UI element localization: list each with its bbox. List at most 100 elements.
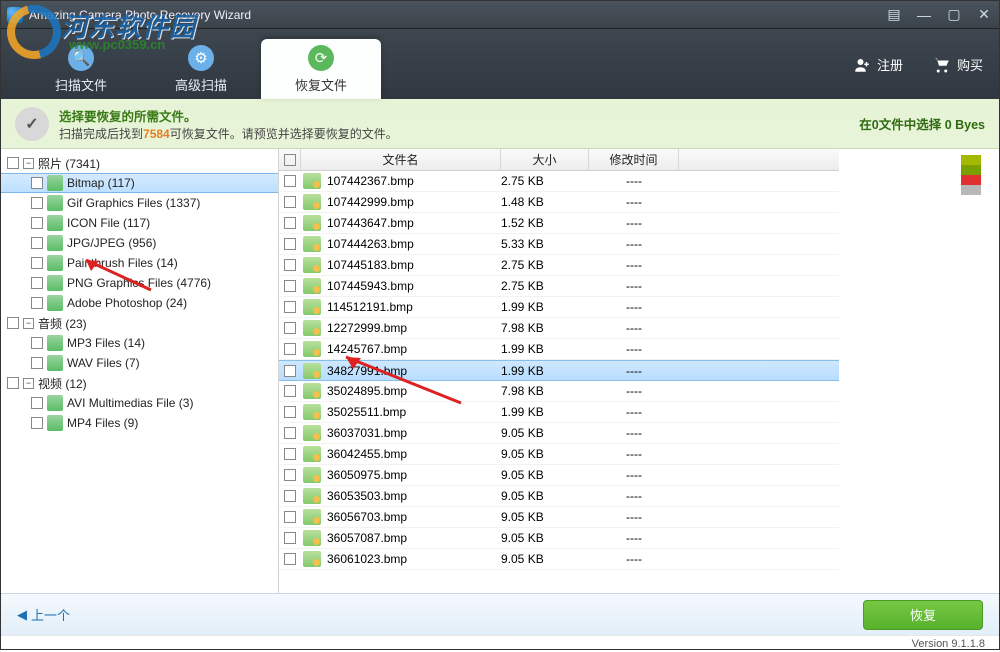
select-all-checkbox[interactable]: [279, 149, 301, 170]
close-button[interactable]: ✕: [969, 1, 999, 28]
checkbox[interactable]: [7, 157, 19, 169]
file-row[interactable]: 107445183.bmp2.75 KB----: [279, 255, 839, 276]
file-row[interactable]: 36042455.bmp9.05 KB----: [279, 444, 839, 465]
file-row[interactable]: 36061023.bmp9.05 KB----: [279, 549, 839, 570]
row-checkbox[interactable]: [279, 448, 301, 460]
tree-category[interactable]: −视频 (12): [1, 373, 278, 393]
row-checkbox[interactable]: [279, 217, 301, 229]
previous-button[interactable]: ◀ 上一个: [17, 605, 70, 624]
row-checkbox[interactable]: [279, 385, 301, 397]
category-tree[interactable]: −照片 (7341)Bitmap (117)Gif Graphics Files…: [1, 149, 279, 593]
row-checkbox[interactable]: [279, 196, 301, 208]
tree-item[interactable]: AVI Multimedias File (3): [1, 393, 278, 413]
row-checkbox[interactable]: [279, 280, 301, 292]
row-checkbox[interactable]: [279, 511, 301, 523]
recover-label: 恢复: [910, 605, 936, 624]
file-row[interactable]: 34827991.bmp1.99 KB----: [279, 360, 839, 381]
file-row[interactable]: 107442999.bmp1.48 KB----: [279, 192, 839, 213]
file-icon: [303, 551, 321, 567]
row-checkbox[interactable]: [279, 238, 301, 250]
tree-item[interactable]: WAV Files (7): [1, 353, 278, 373]
checkbox[interactable]: [31, 257, 43, 269]
tree-item[interactable]: Gif Graphics Files (1337): [1, 193, 278, 213]
window-menu-button[interactable]: ▤: [879, 1, 909, 28]
file-row[interactable]: 36050975.bmp9.05 KB----: [279, 465, 839, 486]
tree-item[interactable]: PNG Graphics Files (4776): [1, 273, 278, 293]
tree-item[interactable]: Bitmap (117): [1, 173, 278, 193]
tree-category[interactable]: −照片 (7341): [1, 153, 278, 173]
file-mtime: ----: [589, 258, 679, 272]
row-checkbox[interactable]: [279, 406, 301, 418]
row-checkbox[interactable]: [279, 469, 301, 481]
checkbox[interactable]: [31, 397, 43, 409]
tab-recover[interactable]: ⟳恢复文件: [261, 39, 381, 99]
tree-item[interactable]: Adobe Photoshop (24): [1, 293, 278, 313]
tree-item[interactable]: MP3 Files (14): [1, 333, 278, 353]
tab-scan[interactable]: 🔍扫描文件: [21, 39, 141, 99]
row-checkbox[interactable]: [279, 427, 301, 439]
tree-category[interactable]: −音频 (23): [1, 313, 278, 333]
collapse-icon[interactable]: −: [23, 318, 34, 329]
file-row[interactable]: 36037031.bmp9.05 KB----: [279, 423, 839, 444]
checkbox[interactable]: [31, 277, 43, 289]
file-list-body[interactable]: 107442367.bmp2.75 KB----107442999.bmp1.4…: [279, 171, 839, 593]
column-mtime[interactable]: 修改时间: [589, 149, 679, 170]
minimize-button[interactable]: —: [909, 1, 939, 28]
column-name[interactable]: 文件名: [301, 149, 501, 170]
file-row[interactable]: 35025511.bmp1.99 KB----: [279, 402, 839, 423]
file-size: 1.99 KB: [501, 364, 589, 378]
file-row[interactable]: 12272999.bmp7.98 KB----: [279, 318, 839, 339]
selection-summary: 在0文件中选择 0 Byes: [859, 114, 985, 133]
file-row[interactable]: 36053503.bmp9.05 KB----: [279, 486, 839, 507]
file-mtime: ----: [589, 216, 679, 230]
maximize-button[interactable]: ▢: [939, 1, 969, 28]
tree-item-label: AVI Multimedias File (3): [67, 396, 193, 410]
file-row[interactable]: 107443647.bmp1.52 KB----: [279, 213, 839, 234]
checkbox[interactable]: [31, 177, 43, 189]
checkbox[interactable]: [7, 317, 19, 329]
checkbox[interactable]: [31, 337, 43, 349]
checkbox[interactable]: [31, 417, 43, 429]
tab-advanced[interactable]: ⚙高级扫描: [141, 39, 261, 99]
row-checkbox[interactable]: [279, 490, 301, 502]
row-checkbox[interactable]: [279, 301, 301, 313]
row-checkbox[interactable]: [279, 365, 301, 377]
file-row[interactable]: 107442367.bmp2.75 KB----: [279, 171, 839, 192]
info-bar: ✓ 选择要恢复的所需文件。 扫描完成后找到7584可恢复文件。请预览并选择要恢复…: [1, 99, 999, 149]
file-mtime: ----: [589, 384, 679, 398]
tab-label: 恢复文件: [295, 75, 347, 94]
recover-button[interactable]: 恢复: [863, 600, 983, 630]
filetype-icon: [47, 215, 63, 231]
file-row[interactable]: 36057087.bmp9.05 KB----: [279, 528, 839, 549]
row-checkbox[interactable]: [279, 343, 301, 355]
row-checkbox[interactable]: [279, 322, 301, 334]
checkbox[interactable]: [31, 297, 43, 309]
column-size[interactable]: 大小: [501, 149, 589, 170]
file-row[interactable]: 107445943.bmp2.75 KB----: [279, 276, 839, 297]
checkbox[interactable]: [31, 357, 43, 369]
user-plus-icon: [853, 56, 871, 74]
row-checkbox[interactable]: [279, 532, 301, 544]
checkbox[interactable]: [31, 237, 43, 249]
tree-item[interactable]: MP4 Files (9): [1, 413, 278, 433]
checkbox[interactable]: [31, 217, 43, 229]
file-row[interactable]: 14245767.bmp1.99 KB----: [279, 339, 839, 360]
file-name: 12272999.bmp: [325, 321, 501, 335]
file-row[interactable]: 107444263.bmp5.33 KB----: [279, 234, 839, 255]
checkbox[interactable]: [31, 197, 43, 209]
buy-link[interactable]: 购买: [933, 55, 983, 74]
row-checkbox[interactable]: [279, 175, 301, 187]
file-name: 35024895.bmp: [325, 384, 501, 398]
tree-item[interactable]: ICON File (117): [1, 213, 278, 233]
row-checkbox[interactable]: [279, 553, 301, 565]
file-row[interactable]: 114512191.bmp1.99 KB----: [279, 297, 839, 318]
register-link[interactable]: 注册: [853, 55, 903, 74]
file-row[interactable]: 35024895.bmp7.98 KB----: [279, 381, 839, 402]
collapse-icon[interactable]: −: [23, 378, 34, 389]
checkbox[interactable]: [7, 377, 19, 389]
file-row[interactable]: 36056703.bmp9.05 KB----: [279, 507, 839, 528]
tree-item[interactable]: Paintbrush Files (14): [1, 253, 278, 273]
row-checkbox[interactable]: [279, 259, 301, 271]
tree-item[interactable]: JPG/JPEG (956): [1, 233, 278, 253]
collapse-icon[interactable]: −: [23, 158, 34, 169]
